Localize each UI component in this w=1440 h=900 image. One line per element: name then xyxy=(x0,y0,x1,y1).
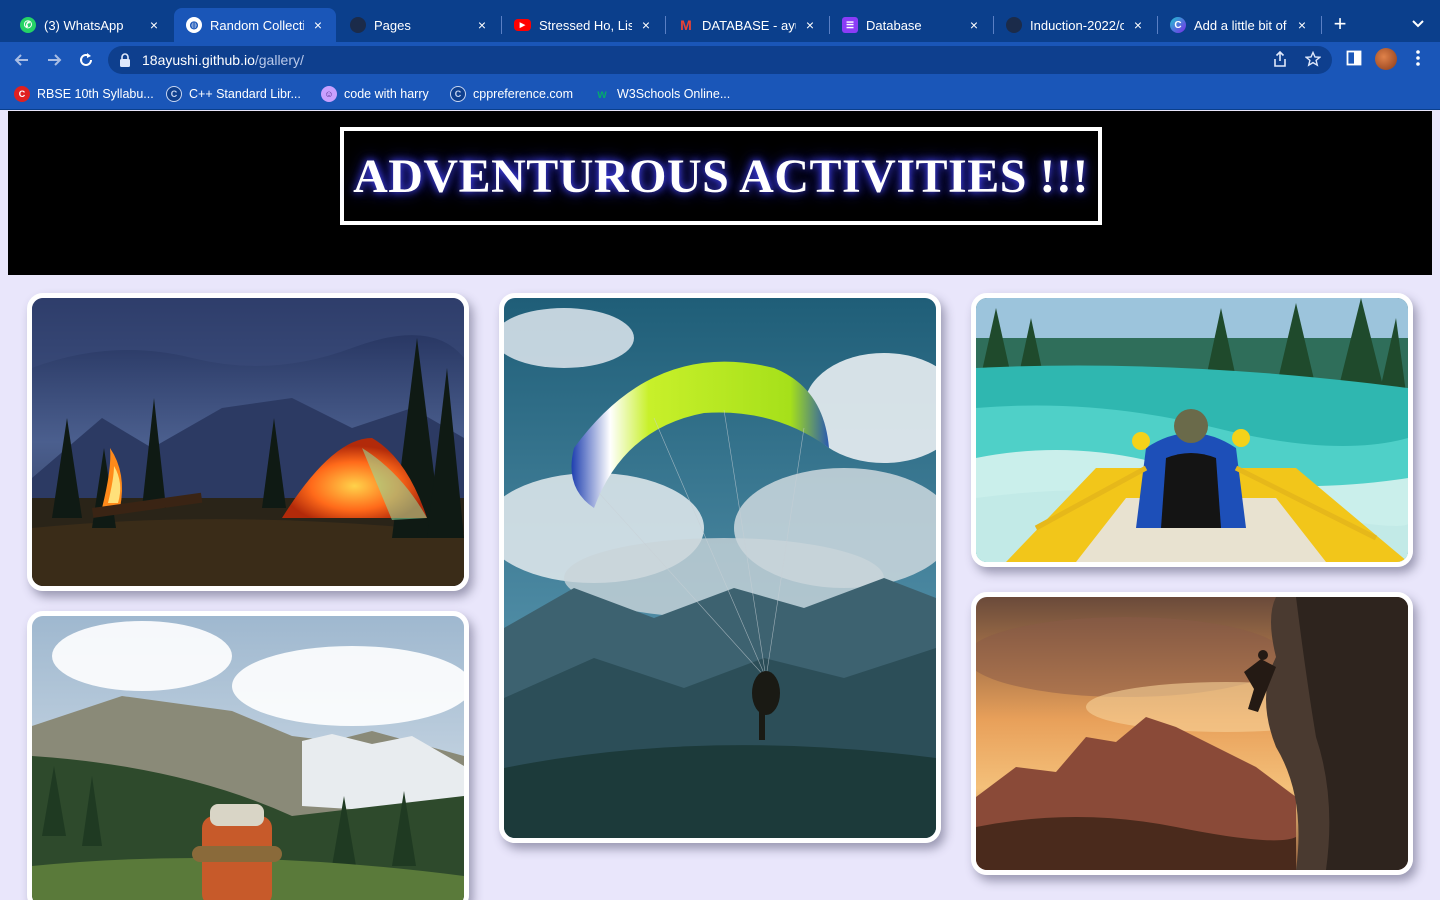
paragliding-photo[interactable] xyxy=(499,293,941,843)
tab-youtube[interactable]: ▶ Stressed Ho, Liste × xyxy=(502,8,664,42)
tab-whatsapp[interactable]: ✆ (3) WhatsApp × xyxy=(8,8,172,42)
tab-canva[interactable]: C Add a little bit of × xyxy=(1158,8,1320,42)
title-frame: ADVENTUROUS ACTIVITIES !!! xyxy=(340,127,1102,225)
bookmark-w3schools[interactable]: w W3Schools Online... xyxy=(594,86,730,102)
close-icon[interactable]: × xyxy=(1294,17,1310,33)
url-host: 18ayushi.github.io xyxy=(142,52,255,68)
close-icon[interactable]: × xyxy=(1130,17,1146,33)
climbing-image xyxy=(976,597,1408,870)
camping-image xyxy=(32,298,464,586)
bookmark-label: cppreference.com xyxy=(473,87,574,101)
close-icon[interactable]: × xyxy=(310,17,326,33)
rafting-photo[interactable] xyxy=(971,293,1413,567)
codewithharry-icon: ☺ xyxy=(321,86,337,102)
w3schools-icon: w xyxy=(597,87,607,101)
close-icon[interactable]: × xyxy=(474,17,490,33)
forward-arrow-icon[interactable] xyxy=(42,48,66,72)
cppref-icon: C xyxy=(166,86,182,102)
page-title: ADVENTUROUS ACTIVITIES !!! xyxy=(353,149,1089,203)
close-icon[interactable]: × xyxy=(966,17,982,33)
bookmark-rbse[interactable]: C RBSE 10th Syllabu... xyxy=(14,86,154,102)
tab-random-collection[interactable]: ◍ Random Collectio × xyxy=(174,8,336,42)
bookmark-cppreference[interactable]: C cppreference.com xyxy=(450,86,573,102)
page-header: ADVENTUROUS ACTIVITIES !!! xyxy=(8,111,1432,275)
tab-title: Add a little bit of xyxy=(1194,17,1287,33)
tab-search-chevron-icon[interactable] xyxy=(1408,14,1428,34)
close-icon[interactable]: × xyxy=(638,17,654,33)
tab-title: Induction-2022/c xyxy=(1030,17,1124,33)
bookmark-code-with-harry[interactable]: ☺ code with harry xyxy=(321,86,429,102)
github-icon xyxy=(1006,17,1022,33)
side-panel-icon[interactable] xyxy=(1344,50,1364,70)
globe-icon: ◍ xyxy=(186,17,202,33)
rbse-icon: C xyxy=(14,86,30,102)
reload-icon[interactable] xyxy=(74,48,98,72)
profile-avatar[interactable] xyxy=(1375,48,1397,70)
tab-gmail[interactable]: M DATABASE - ayus × xyxy=(666,8,828,42)
new-tab-button[interactable]: + xyxy=(1330,12,1350,36)
tab-separator xyxy=(1321,16,1322,34)
youtube-icon: ▶ xyxy=(514,19,531,31)
tab-database[interactable]: ☰ Database × xyxy=(830,8,992,42)
url-path: /gallery/ xyxy=(254,52,304,68)
address-bar[interactable]: 18ayushi.github.io/gallery/ xyxy=(108,46,1332,74)
gmail-icon: M xyxy=(680,17,692,33)
tab-title: (3) WhatsApp xyxy=(44,17,124,33)
lock-icon[interactable] xyxy=(120,53,130,67)
whatsapp-icon: ✆ xyxy=(20,17,36,33)
bookmark-cpp-standard-library[interactable]: C C++ Standard Libr... xyxy=(166,86,301,102)
cppref-icon: C xyxy=(450,86,466,102)
bookmark-label: C++ Standard Libr... xyxy=(189,87,301,101)
bookmarks-bar: C RBSE 10th Syllabu... C C++ Standard Li… xyxy=(0,78,1440,110)
canva-icon: C xyxy=(1170,17,1186,33)
tab-induction[interactable]: Induction-2022/c × xyxy=(994,8,1156,42)
close-icon[interactable]: × xyxy=(802,17,818,33)
tab-title: Random Collectio xyxy=(210,17,304,33)
back-arrow-icon[interactable] xyxy=(10,48,34,72)
share-icon[interactable] xyxy=(1271,50,1289,69)
github-icon xyxy=(350,17,366,33)
more-menu-icon[interactable] xyxy=(1408,50,1428,70)
rafting-image xyxy=(976,298,1408,562)
close-icon[interactable]: × xyxy=(146,17,162,33)
camping-photo[interactable] xyxy=(27,293,469,591)
bookmark-label: code with harry xyxy=(344,87,429,101)
url-text[interactable]: 18ayushi.github.io/gallery/ xyxy=(142,52,304,68)
tab-title: Database xyxy=(866,17,922,33)
browser-toolbar: 18ayushi.github.io/gallery/ xyxy=(0,42,1440,78)
hiking-photo[interactable] xyxy=(27,611,469,900)
tab-title: DATABASE - ayus xyxy=(702,17,796,33)
hiking-image xyxy=(32,616,464,900)
tab-title: Stressed Ho, Liste xyxy=(539,17,632,33)
bookmark-label: W3Schools Online... xyxy=(617,87,731,101)
notion-db-icon: ☰ xyxy=(842,17,858,33)
tab-bar: ✆ (3) WhatsApp × ◍ Random Collectio × Pa… xyxy=(0,0,1440,42)
bookmark-star-icon[interactable] xyxy=(1304,50,1322,69)
tab-pages[interactable]: Pages × xyxy=(338,8,500,42)
climbing-photo[interactable] xyxy=(971,592,1413,875)
paragliding-image xyxy=(504,298,936,838)
tab-title: Pages xyxy=(374,17,411,33)
bookmark-label: RBSE 10th Syllabu... xyxy=(37,87,154,101)
